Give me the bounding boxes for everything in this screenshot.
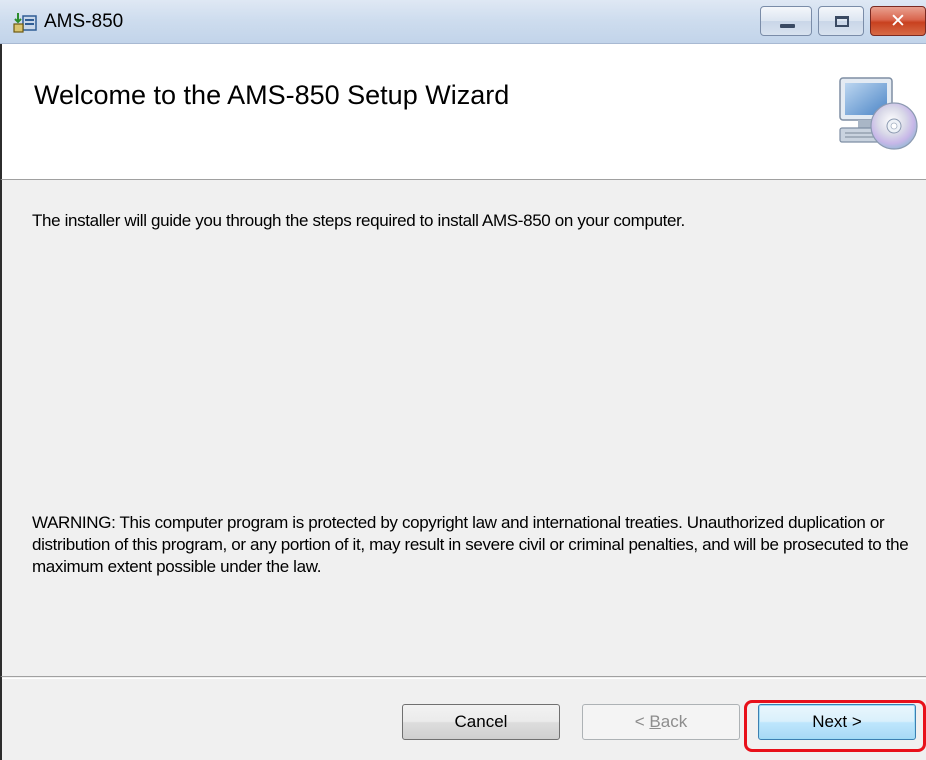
window-title: AMS-850 — [44, 11, 124, 32]
minimize-button[interactable] — [760, 6, 812, 36]
header-banner: Welcome to the AMS-850 Setup Wizard — [0, 44, 926, 180]
back-rest-label: ack — [660, 712, 688, 731]
maximize-button[interactable] — [818, 6, 864, 36]
installer-app-icon — [13, 13, 37, 33]
maximize-icon — [835, 16, 849, 27]
minimize-icon — [780, 24, 795, 28]
button-bar: Cancel < Back Next > — [0, 676, 926, 760]
back-button[interactable]: < Back — [582, 704, 740, 740]
intro-text: The installer will guide you through the… — [32, 211, 685, 230]
computer-cd-icon — [839, 77, 918, 150]
footer-divider — [2, 678, 926, 679]
cancel-button[interactable]: Cancel — [402, 704, 560, 740]
copyright-warning: WARNING: This computer program is protec… — [32, 513, 909, 576]
title-bar[interactable]: AMS-850 ✕ — [0, 0, 926, 44]
back-arrow-label: < — [634, 712, 650, 731]
wizard-body: The installer will guide you through the… — [0, 180, 926, 676]
page-title: Welcome to the AMS-850 Setup Wizard — [34, 80, 510, 110]
close-button[interactable]: ✕ — [870, 6, 926, 36]
close-icon: ✕ — [890, 10, 906, 32]
next-button[interactable]: Next > — [758, 704, 916, 740]
back-mnemonic-label: B — [649, 712, 661, 731]
setup-wizard-window: AMS-850 ✕ Welcome to the AMS-850 Setup W… — [0, 0, 926, 760]
